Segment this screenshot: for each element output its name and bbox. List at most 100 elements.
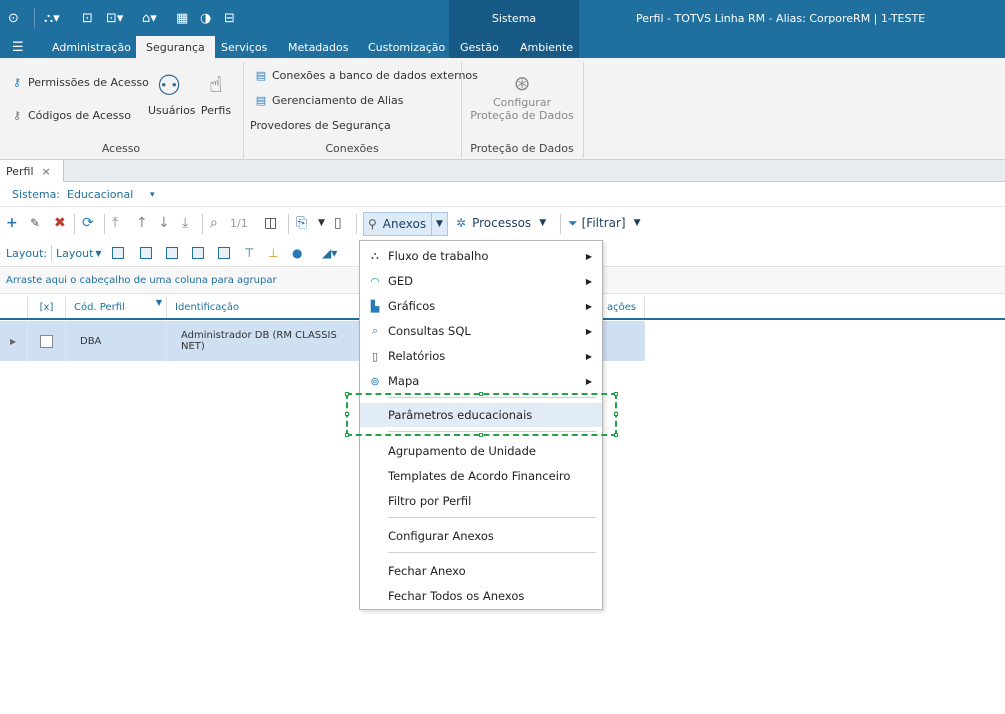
previous-record-icon[interactable]: ↑ <box>136 215 148 231</box>
cell-identificacao[interactable]: Administrador DB (RM CLASSIS NET) <box>167 321 360 361</box>
menu-item-templates-acordo-financeiro[interactable]: Templates de Acordo Financeiro <box>360 464 602 488</box>
menu-item-fluxo-de-trabalho[interactable]: ⛬ Fluxo de trabalho ▶ <box>360 244 602 268</box>
grid-icon[interactable]: ▦ <box>176 9 188 27</box>
document-icon[interactable]: ▯ <box>334 215 342 231</box>
tab-servicos[interactable]: Serviços <box>213 36 275 58</box>
submenu-arrow-icon: ▶ <box>585 376 592 386</box>
tab-customizacao[interactable]: Customização <box>360 36 453 58</box>
gerenciamento-alias-button[interactable]: ▤ Gerenciamento de Alias <box>254 93 404 107</box>
toolbar-divider <box>560 214 561 234</box>
menu-item-graficos[interactable]: ▙ Gráficos ▶ <box>360 294 602 318</box>
color-icon[interactable]: ● <box>292 245 302 261</box>
menu-item-mapa[interactable]: ⊚ Mapa ▶ <box>360 369 602 393</box>
permissoes-label: Permissões de Acesso <box>28 75 149 89</box>
perfis-label: Perfis <box>200 104 232 117</box>
chevron-down-icon[interactable]: ▼ <box>318 215 325 231</box>
toolbar-divider <box>74 214 75 234</box>
window-icon[interactable]: ⊡ <box>82 9 93 27</box>
chevron-down-icon[interactable]: ▼ <box>431 213 447 235</box>
menu-item-consultas-sql[interactable]: ⌕ Consultas SQL ▶ <box>360 319 602 343</box>
pin-icon[interactable]: ⊤ <box>244 245 254 261</box>
processos-label: Processos <box>472 216 532 230</box>
chevron-down-icon[interactable]: ▾ <box>150 190 155 200</box>
chevron-down-icon[interactable]: ▼ <box>539 218 546 228</box>
perfis-button[interactable]: ☝ Perfis <box>198 68 234 117</box>
menu-item-filtro-por-perfil[interactable]: Filtro por Perfil <box>360 489 602 513</box>
tab-ambiente[interactable]: Ambiente <box>512 36 581 58</box>
next-record-icon[interactable]: ↓ <box>158 215 170 231</box>
toolbar-divider <box>356 214 357 234</box>
toolbar-divider <box>51 245 52 261</box>
conexoes-externos-button[interactable]: ▤ Conexões a banco de dados externos <box>254 68 478 82</box>
edit-icon[interactable]: ✎ <box>30 215 40 231</box>
menu-item-fechar-anexo[interactable]: Fechar Anexo <box>360 559 602 583</box>
delete-icon[interactable]: ✖ <box>54 215 66 231</box>
tab-seguranca[interactable]: Segurança <box>136 36 215 58</box>
menu-item-agrupamento-de-unidade[interactable]: Agrupamento de Unidade <box>360 439 602 463</box>
chart-icon[interactable]: ◢▾ <box>322 245 337 261</box>
filtrar-button[interactable]: ⏷ [Filtrar] ▼ <box>568 215 641 231</box>
layout-dropdown[interactable]: Layout ▼ <box>56 245 102 261</box>
shield-icon[interactable]: ◑ <box>200 9 211 27</box>
gear-icon: ✲ <box>456 216 467 230</box>
logo-icon[interactable]: ⊙ <box>8 9 19 27</box>
provedores-seguranca-button[interactable]: Provedores de Segurança <box>250 119 391 132</box>
first-record-icon[interactable]: ⤒ <box>112 215 118 231</box>
hierarchy-icon[interactable]: ⛬▾ <box>44 9 60 27</box>
upload-layout-icon[interactable] <box>192 245 204 261</box>
search-icon[interactable]: ⌕ <box>210 215 218 231</box>
codigos-de-acesso-button[interactable]: ⚷ Códigos de Acesso <box>10 108 131 122</box>
usuarios-button[interactable]: ⚇ Usuários <box>148 68 196 117</box>
menu-item-fechar-todos-os-anexos[interactable]: Fechar Todos os Anexos <box>360 584 602 608</box>
download-layout-icon[interactable] <box>218 245 230 261</box>
column-header-select[interactable]: [x] <box>28 296 66 318</box>
column-header-identificacao[interactable]: Identificação <box>167 296 360 318</box>
columns-icon[interactable]: ◫ <box>264 215 277 231</box>
permissoes-de-acesso-button[interactable]: ⚷ Permissões de Acesso <box>10 75 149 89</box>
database-icon: ▤ <box>255 68 267 82</box>
close-icon[interactable]: × <box>42 165 51 178</box>
add-layout-icon[interactable] <box>112 245 124 261</box>
pin-down-icon[interactable]: ⊥ <box>268 245 278 261</box>
anexos-button[interactable]: ⚲ Anexos ▼ <box>363 212 448 236</box>
submenu-arrow-icon: ▶ <box>585 301 592 311</box>
home-icon[interactable]: ⌂▾ <box>142 9 157 27</box>
last-record-icon[interactable]: ⤓ <box>182 215 188 231</box>
alias-label: Gerenciamento de Alias <box>272 93 404 107</box>
sort-icon[interactable]: ▼ <box>156 298 162 307</box>
tab-gestao[interactable]: Gestão <box>452 36 507 58</box>
menu-item-configurar-anexos[interactable]: Configurar Anexos <box>360 524 602 548</box>
chevron-down-icon[interactable]: ▼ <box>634 218 641 228</box>
menu-item-label: Filtro por Perfil <box>388 494 472 508</box>
menu-item-ged[interactable]: ◠ GED ▶ <box>360 269 602 293</box>
layout-icon[interactable]: ⊡▾ <box>106 9 123 27</box>
add-icon[interactable]: + <box>6 215 18 231</box>
hand-icon: ☝ <box>209 73 223 98</box>
row-expand-icon[interactable]: ▶ <box>0 321 28 361</box>
menu-item-label: Gráficos <box>388 299 436 313</box>
configurar-protecao-button[interactable]: ⊛ Configurar Proteção de Dados <box>466 70 578 122</box>
map-pin-icon: ⊚ <box>370 374 380 388</box>
provedores-label: Provedores de Segurança <box>250 119 391 132</box>
column-header-cod-perfil[interactable]: Cód. Perfil ▼ <box>66 296 167 318</box>
tab-metadados[interactable]: Metadados <box>280 36 356 58</box>
export-icon[interactable]: ⎘ <box>296 215 307 231</box>
column-header-acoes[interactable]: ações <box>603 296 645 318</box>
sistema-select[interactable]: Educacional <box>67 188 133 201</box>
menu-icon[interactable]: ☰ <box>12 36 24 58</box>
remove-layout-icon[interactable] <box>140 245 152 261</box>
save-layout-icon[interactable] <box>166 245 178 261</box>
row-checkbox[interactable] <box>40 334 53 348</box>
refresh-icon[interactable]: ⟳ <box>82 215 94 231</box>
tab-perfil[interactable]: Perfil × <box>0 160 64 182</box>
codigos-label: Códigos de Acesso <box>28 108 131 122</box>
exit-icon[interactable]: ⊟ <box>224 9 235 27</box>
processos-button[interactable]: ✲ Processos ▼ <box>456 215 546 231</box>
resize-handle <box>345 433 349 437</box>
cell-cod-perfil[interactable]: DBA <box>66 321 167 361</box>
row-checkbox-cell[interactable] <box>28 321 66 361</box>
filtrar-label: [Filtrar] <box>581 216 626 230</box>
sistema-tab[interactable]: Sistema <box>449 0 579 36</box>
tab-administracao[interactable]: Administração <box>42 36 141 58</box>
menu-item-relatorios[interactable]: ▯ Relatórios ▶ <box>360 344 602 368</box>
